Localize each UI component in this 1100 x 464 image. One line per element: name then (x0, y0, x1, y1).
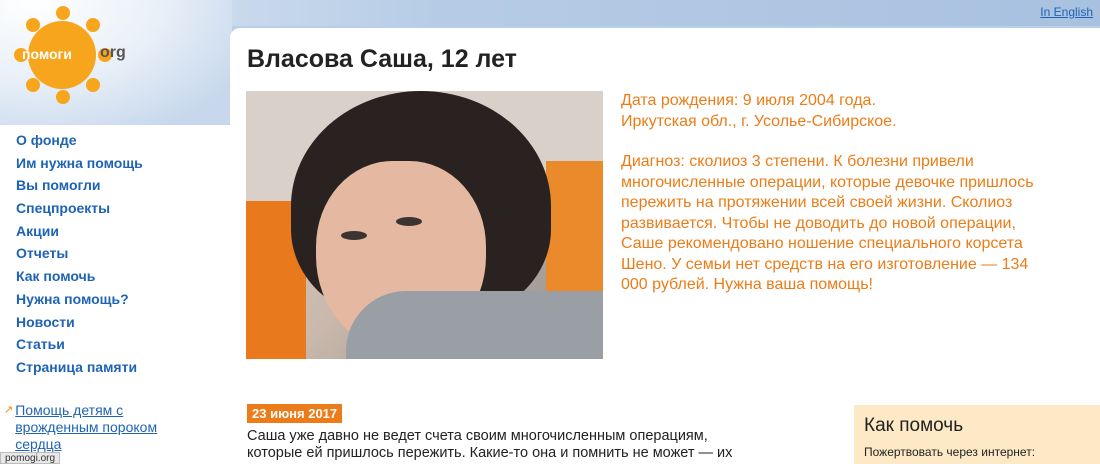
sidebar: помоги org О фонде Им нужна помощь Вы по… (0, 0, 232, 464)
nav-item-need-help[interactable]: Им нужна помощь (16, 153, 143, 176)
nav-item-campaigns[interactable]: Акции (16, 221, 143, 244)
logo-text: помоги (22, 46, 72, 62)
sun-ray (56, 6, 70, 20)
logo[interactable]: помоги org (8, 6, 138, 110)
date-badge: 23 июня 2017 (247, 404, 343, 423)
how-to-help-box: Как помочь Пожертвовать через интернет: (854, 405, 1100, 464)
story-text: Саша уже давно не ведет счета своим мног… (247, 428, 733, 464)
nav-item-reports[interactable]: Отчеты (16, 243, 143, 266)
nav-item-you-helped[interactable]: Вы помогли (16, 175, 143, 198)
nav-item-how-to-help[interactable]: Как помочь (16, 266, 143, 289)
english-language-link[interactable]: In English (1040, 5, 1093, 19)
nav-item-need-assistance[interactable]: Нужна помощь? (16, 289, 143, 312)
birth-date: Дата рождения: 9 июля 2004 года. (621, 92, 876, 109)
main-content: Власова Саша, 12 лет Дата рождения: 9 ию… (230, 28, 1100, 464)
child-photo (246, 91, 603, 359)
sun-ray (86, 18, 100, 32)
how-to-help-title: Как помочь (864, 415, 964, 436)
child-info: Дата рождения: 9 июля 2004 года. Иркутск… (621, 91, 1051, 296)
browser-status-bar: pomogi.org (0, 452, 61, 464)
main-nav: О фонде Им нужна помощь Вы помогли Спецп… (16, 130, 143, 380)
diagnosis: Диагноз: сколиоз 3 степени. К болезни пр… (621, 153, 1034, 293)
sun-ray (56, 90, 70, 104)
nav-item-articles[interactable]: Статьи (16, 334, 143, 357)
promo-link-block[interactable]: ↗ Помощь детям с врожденным пороком сердц… (4, 402, 194, 453)
photo-eye (396, 217, 422, 226)
arrow-icon: ↗ (4, 404, 14, 416)
donate-online-label: Пожертвовать через интернет: (864, 445, 1036, 459)
sun-ray (26, 78, 40, 92)
location: Иркутская обл., г. Усолье-Сибирское. (621, 112, 897, 130)
page-title: Власова Саша, 12 лет (247, 45, 517, 73)
photo-sweater (346, 291, 603, 359)
promo-link[interactable]: Помощь детям с врожденным пороком сердца (15, 402, 185, 453)
photo-chair-right (546, 161, 603, 311)
photo-eye (341, 231, 367, 240)
nav-item-news[interactable]: Новости (16, 312, 143, 335)
nav-item-memorial[interactable]: Страница памяти (16, 357, 143, 380)
nav-item-special-projects[interactable]: Спецпроекты (16, 198, 143, 221)
nav-item-about[interactable]: О фонде (16, 130, 143, 153)
sun-ray (86, 78, 100, 92)
logo-suffix: org (100, 44, 126, 61)
